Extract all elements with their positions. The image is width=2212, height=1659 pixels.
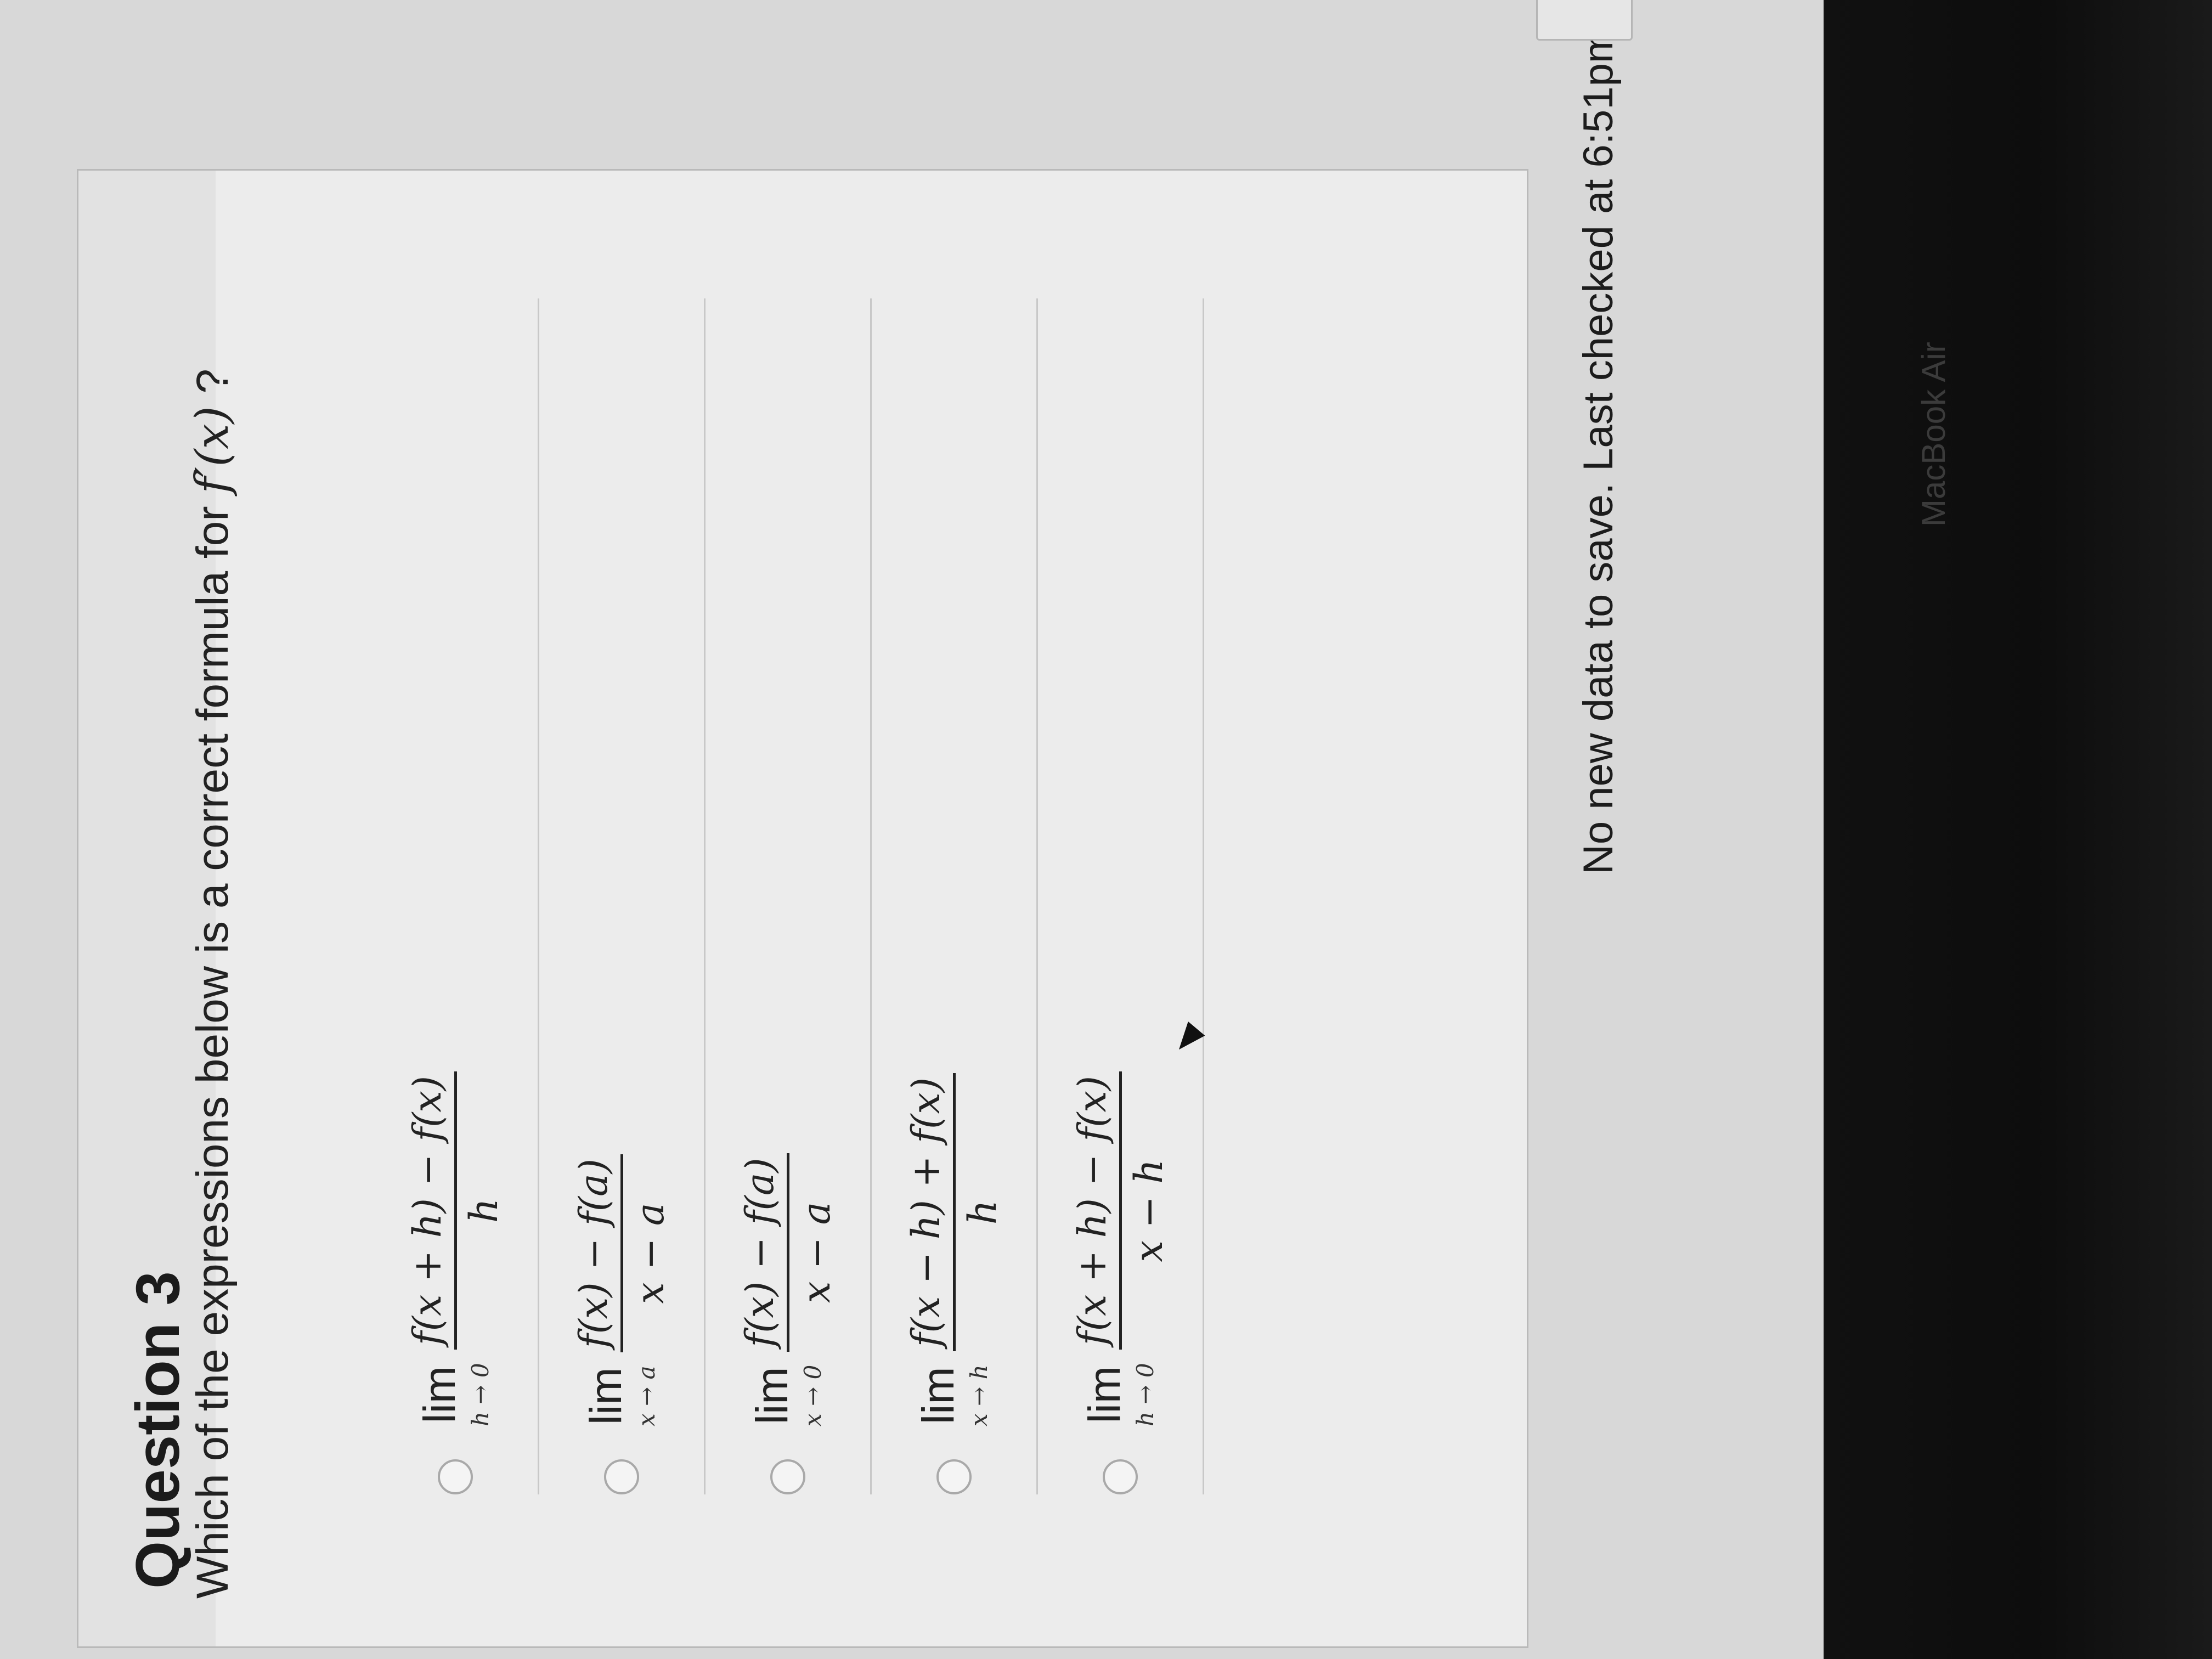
lim-subscript: x → 0 bbox=[799, 1364, 826, 1426]
numerator: f(x + h) − f(x) bbox=[1069, 1071, 1122, 1350]
denominator: x − a bbox=[627, 1203, 673, 1304]
answer-option-2[interactable]: lim x → a f(x) − f(a) x − a bbox=[539, 298, 706, 1494]
lim-subscript: x → a bbox=[633, 1365, 660, 1426]
fraction: f(x + h) − f(x) x − h bbox=[1069, 1071, 1171, 1350]
numerator: f(x + h) − f(x) bbox=[404, 1071, 457, 1350]
lim-word: lim bbox=[747, 1367, 797, 1425]
denominator: x − h bbox=[1126, 1159, 1171, 1262]
save-status-text: No new data to save. Last checked at 6:5… bbox=[1575, 28, 1622, 874]
prompt-derivative: f′(x) bbox=[187, 406, 239, 494]
question-title: Question 3 bbox=[123, 1271, 192, 1589]
answer-option-1[interactable]: lim h → 0 f(x + h) − f(x) h bbox=[373, 298, 539, 1494]
limit-operator: lim x → h bbox=[913, 1364, 992, 1426]
lim-word: lim bbox=[580, 1367, 631, 1425]
lim-word: lim bbox=[1079, 1365, 1130, 1424]
limit-operator: lim h → 0 bbox=[1079, 1363, 1159, 1426]
radio-button[interactable] bbox=[770, 1459, 805, 1494]
numerator: f(x) − f(a) bbox=[571, 1154, 623, 1353]
denominator: h bbox=[960, 1200, 1005, 1225]
answer-option-3[interactable]: lim x → 0 f(x) − f(a) x − a bbox=[706, 298, 872, 1494]
corner-button[interactable] bbox=[1536, 0, 1633, 41]
numerator: f(x) − f(a) bbox=[737, 1153, 789, 1352]
lim-word: lim bbox=[913, 1367, 963, 1425]
fraction: f(x) − f(a) x − a bbox=[737, 1153, 839, 1352]
numerator: f(x − h) + f(x) bbox=[903, 1073, 956, 1352]
photo-stage: Question 3 Which of the expressions belo… bbox=[0, 0, 2212, 1659]
denominator: h bbox=[461, 1198, 506, 1223]
limit-operator: lim h → 0 bbox=[414, 1363, 494, 1426]
radio-button[interactable] bbox=[1103, 1459, 1138, 1494]
radio-button[interactable] bbox=[438, 1459, 473, 1494]
fraction: f(x + h) − f(x) h bbox=[404, 1071, 506, 1350]
prompt-text: Which of the expressions below is a corr… bbox=[188, 493, 238, 1599]
lim-subscript: h → 0 bbox=[466, 1363, 494, 1426]
prompt-end: ? bbox=[188, 369, 238, 407]
answer-option-4[interactable]: lim x → h f(x − h) + f(x) h bbox=[872, 298, 1038, 1494]
quiz-page: Question 3 Which of the expressions belo… bbox=[0, 0, 1824, 1659]
limit-operator: lim x → 0 bbox=[747, 1364, 826, 1426]
denominator: x − a bbox=[793, 1201, 839, 1304]
lim-word: lim bbox=[414, 1365, 465, 1424]
answer-option-5[interactable]: lim h → 0 f(x + h) − f(x) x − h bbox=[1038, 298, 1204, 1494]
answer-options: lim h → 0 f(x + h) − f(x) h lim x → a f(… bbox=[373, 298, 1204, 1494]
lim-subscript: h → 0 bbox=[1131, 1363, 1159, 1426]
radio-button[interactable] bbox=[936, 1459, 972, 1494]
question-prompt: Which of the expressions below is a corr… bbox=[187, 369, 239, 1599]
fraction: f(x − h) + f(x) h bbox=[903, 1073, 1005, 1352]
laptop-bezel-label: MacBook Air bbox=[1915, 342, 1952, 527]
radio-button[interactable] bbox=[604, 1459, 639, 1494]
lim-subscript: x → h bbox=[965, 1364, 992, 1426]
fraction: f(x) − f(a) x − a bbox=[571, 1154, 673, 1353]
limit-operator: lim x → a bbox=[580, 1365, 660, 1426]
